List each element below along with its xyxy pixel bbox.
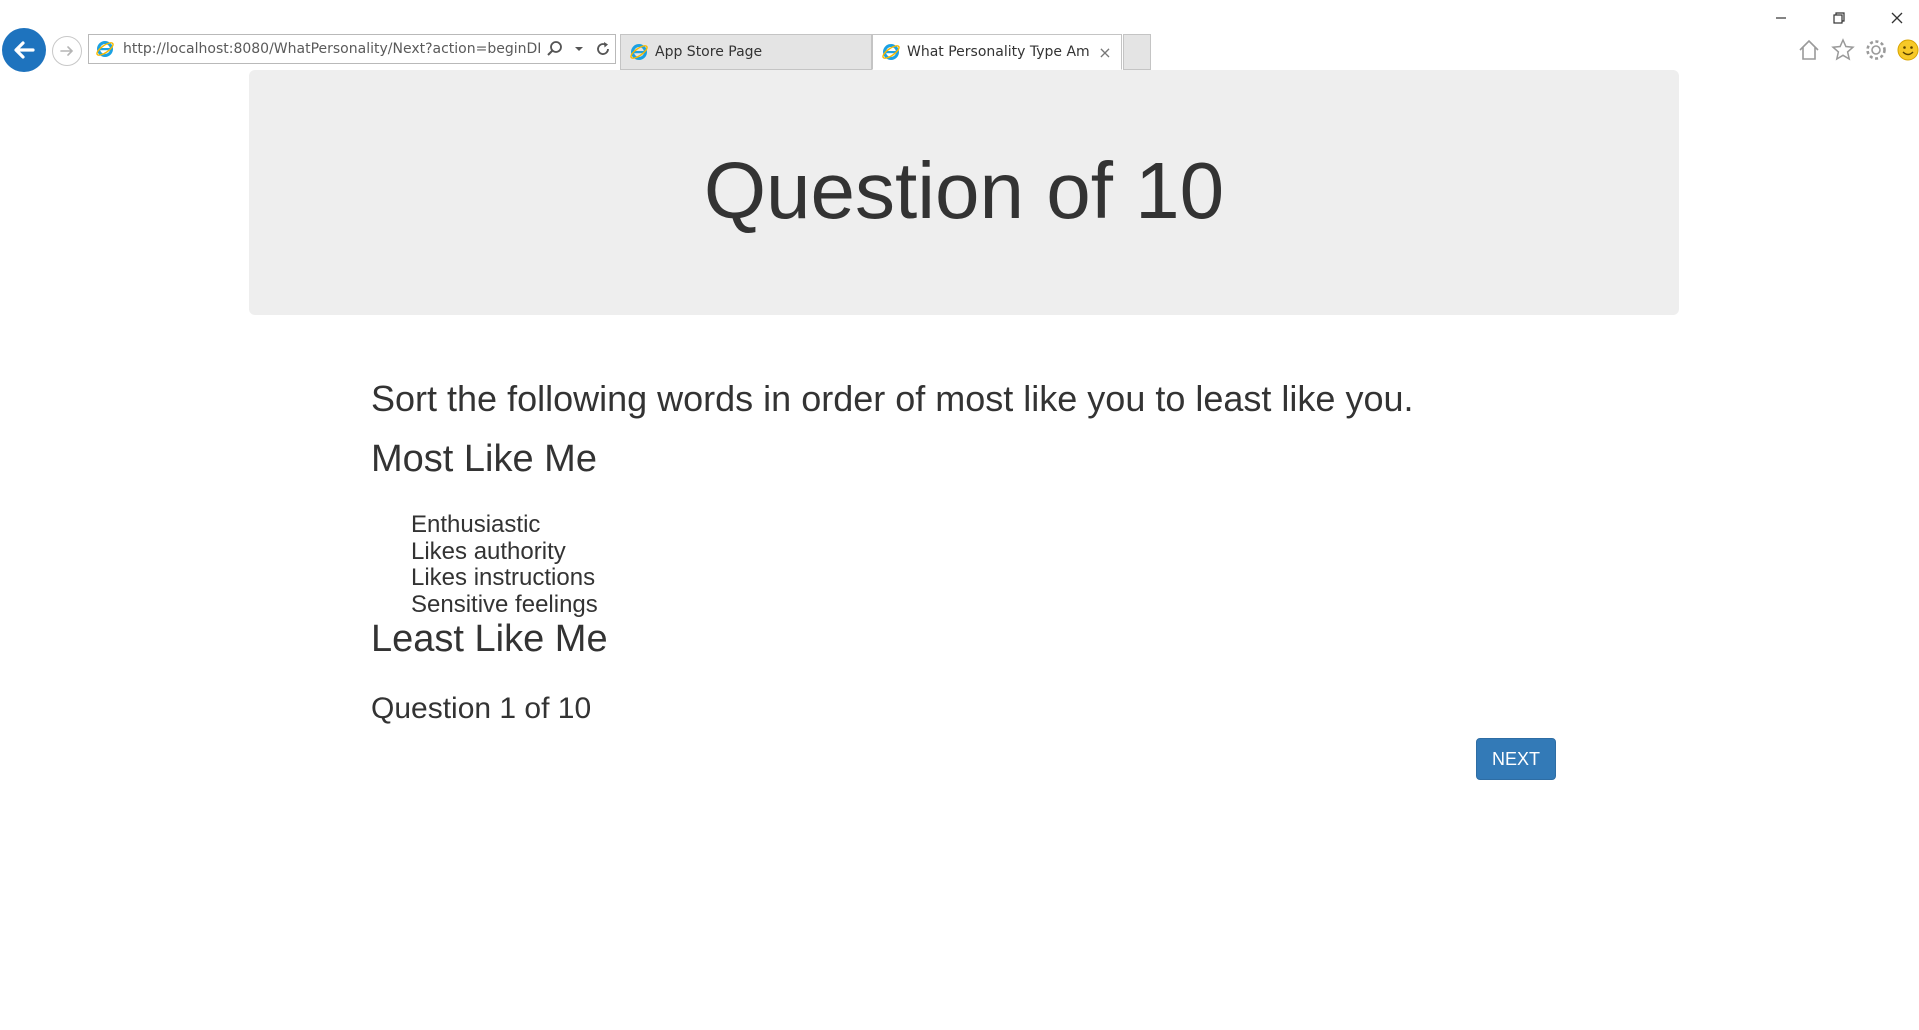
dropdown-icon[interactable] bbox=[569, 39, 589, 59]
sortable-word[interactable]: Likes authority bbox=[411, 538, 598, 566]
address-bar[interactable]: http://localhost:8080/WhatPersonality/Ne… bbox=[88, 34, 616, 64]
jumbotron: Question of 10 bbox=[249, 70, 1679, 315]
sortable-word-list[interactable]: Enthusiastic Likes authority Likes instr… bbox=[411, 511, 598, 619]
close-window-button[interactable] bbox=[1874, 4, 1919, 32]
sortable-word[interactable]: Enthusiastic bbox=[411, 511, 598, 539]
most-like-me-heading: Most Like Me bbox=[371, 438, 597, 480]
next-button[interactable]: NEXT bbox=[1476, 738, 1556, 780]
restore-button[interactable] bbox=[1816, 4, 1862, 32]
gear-icon[interactable] bbox=[1862, 36, 1890, 64]
question-progress: Question 1 of 10 bbox=[371, 692, 592, 725]
least-like-me-heading: Least Like Me bbox=[371, 618, 608, 660]
restore-icon bbox=[1833, 12, 1845, 24]
page-title: Question of 10 bbox=[703, 145, 1225, 235]
browser-chrome: http://localhost:8080/WhatPersonality/Ne… bbox=[0, 0, 1919, 72]
new-tab-button[interactable] bbox=[1123, 34, 1151, 70]
ie-logo-icon bbox=[96, 41, 114, 57]
favorites-star-icon[interactable] bbox=[1829, 36, 1857, 64]
smiley-feedback-icon[interactable] bbox=[1894, 36, 1919, 64]
sortable-word[interactable]: Sensitive feelings bbox=[411, 591, 598, 619]
forward-button[interactable] bbox=[52, 36, 82, 66]
tab-label: What Personality Type Am I... bbox=[907, 44, 1095, 60]
minimize-icon bbox=[1776, 17, 1786, 19]
url-text[interactable]: http://localhost:8080/WhatPersonality/Ne… bbox=[123, 41, 541, 57]
instruction-text: Sort the following words in order of mos… bbox=[371, 378, 1414, 419]
arrow-right-icon bbox=[60, 46, 74, 56]
home-icon[interactable] bbox=[1795, 36, 1823, 64]
sortable-word[interactable]: Likes instructions bbox=[411, 564, 598, 592]
tab-app-store[interactable]: App Store Page bbox=[620, 34, 872, 70]
search-icon[interactable] bbox=[545, 39, 565, 59]
ie-logo-icon bbox=[630, 44, 648, 60]
tab-personality[interactable]: What Personality Type Am I... × bbox=[872, 34, 1122, 70]
back-button[interactable] bbox=[2, 28, 46, 72]
close-tab-icon[interactable]: × bbox=[1095, 43, 1115, 62]
close-icon bbox=[1891, 12, 1903, 24]
tab-label: App Store Page bbox=[655, 44, 763, 60]
arrow-left-icon bbox=[14, 41, 35, 59]
question-content: Sort the following words in order of mos… bbox=[371, 372, 1557, 725]
ie-logo-icon bbox=[882, 44, 900, 60]
refresh-icon[interactable] bbox=[593, 39, 613, 59]
minimize-button[interactable] bbox=[1758, 4, 1804, 32]
